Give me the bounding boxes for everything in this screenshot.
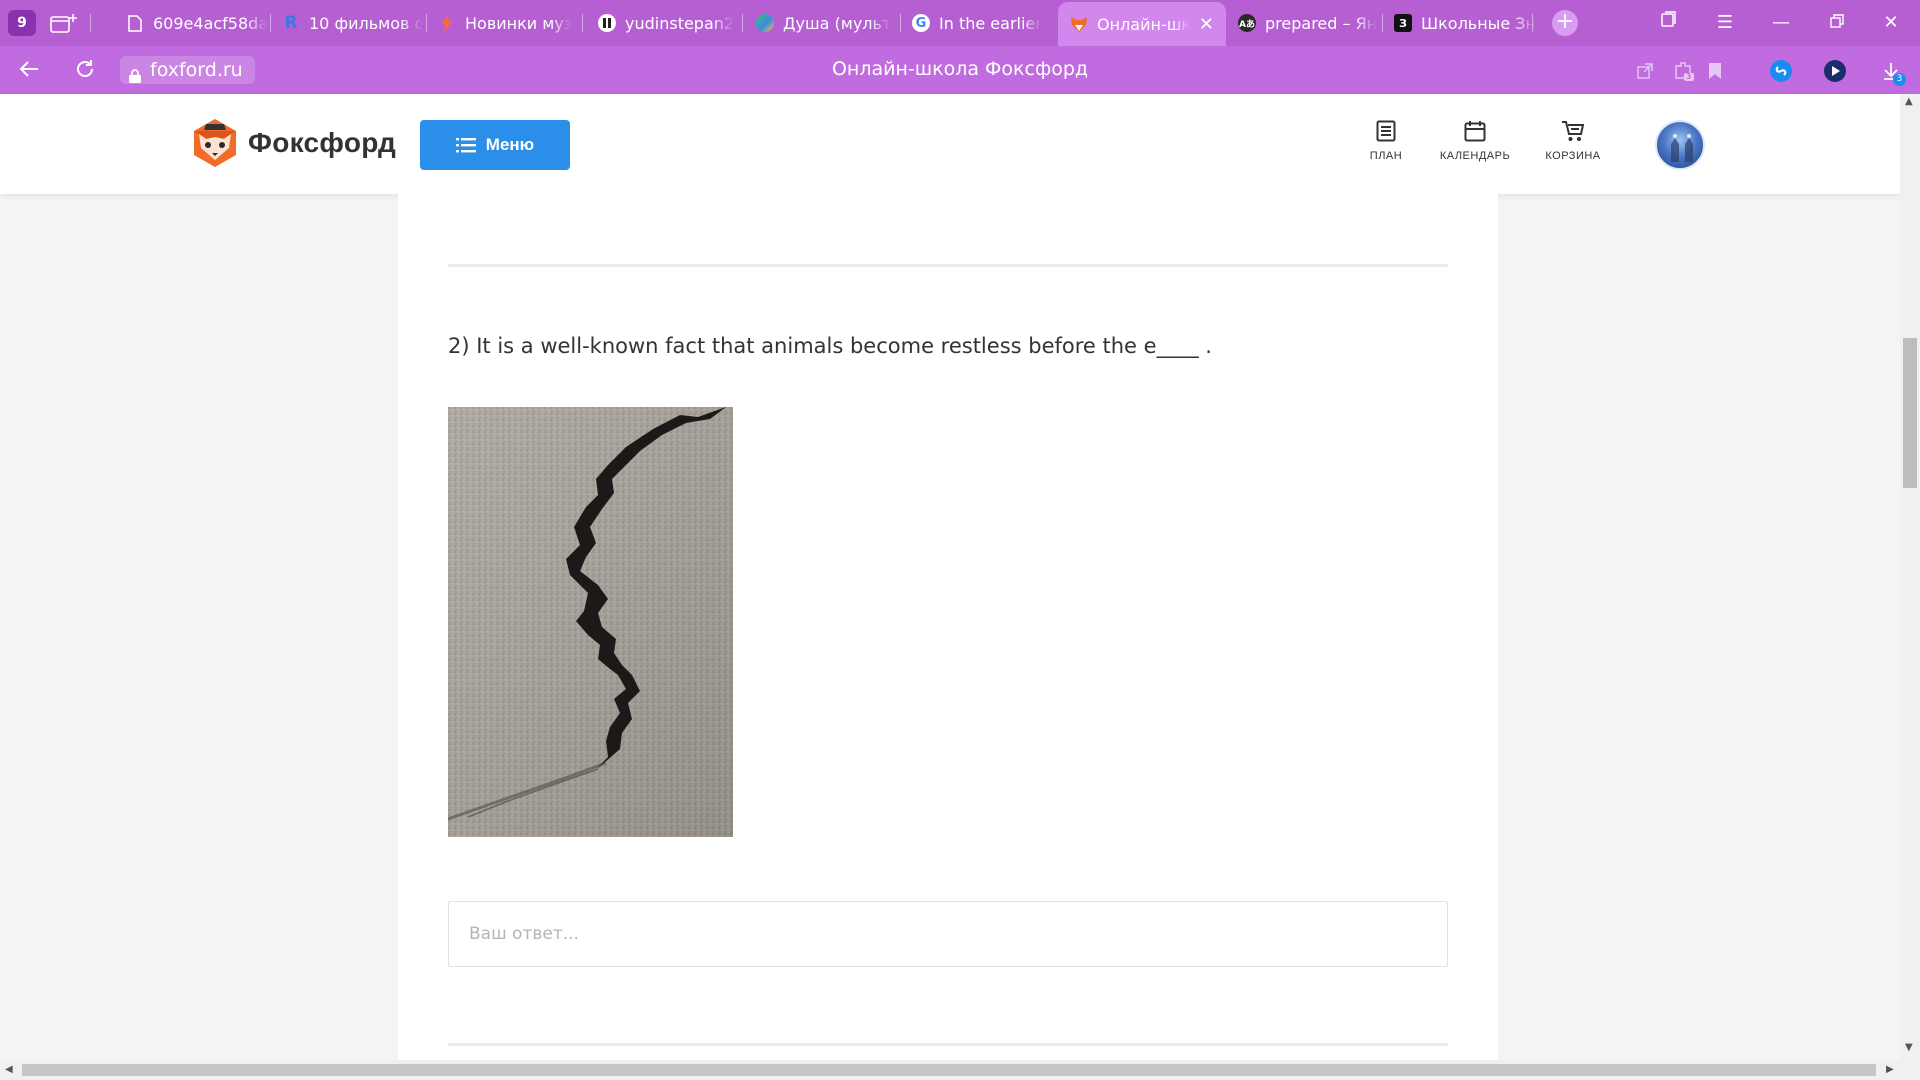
fox-logo-icon [194,119,236,167]
document-icon [126,14,144,32]
menu-button[interactable]: Меню [420,120,570,170]
restore-window-button[interactable] [1822,10,1852,36]
fox-icon [1070,15,1088,33]
tab-foxford-active[interactable]: Онлайн-шк ✕ [1058,2,1226,46]
scroll-left-icon[interactable]: ◀ [5,1064,13,1075]
translate-icon: Aあ [1238,14,1256,32]
extensions-icon[interactable]: 3 [1670,58,1696,84]
question-text: 2) It is a well-known fact that animals … [448,334,1212,358]
browser-tab-bar: 9 609e4acf58da R 10 фильмов с Новинки му… [0,0,1920,46]
close-window-button[interactable]: ✕ [1876,10,1906,36]
answer-input[interactable] [448,901,1448,967]
horizontal-scroll-thumb[interactable] [22,1064,1876,1076]
extensions-badge: 3 [1686,72,1692,81]
tab-title: Душа (мульт [783,13,892,33]
tab-title: Онлайн-шк [1097,14,1192,34]
tab-znanija[interactable]: З Школьные Зн [1382,4,1538,42]
new-tab-button[interactable]: + [1552,10,1578,36]
tab-title: Школьные Зн [1421,13,1536,33]
tab-title: 609e4acf58da [153,13,269,33]
menu-button-label: Меню [485,135,535,154]
logo-text: Фоксфорд [248,127,397,158]
tab-count-button[interactable]: 9 [8,10,36,36]
new-window-icon[interactable] [50,12,78,34]
shazam-icon[interactable] [1768,58,1794,84]
vertical-scroll-thumb[interactable] [1903,338,1917,488]
lightning-icon [438,14,456,32]
bottom-divider [448,1043,1448,1046]
nav-cart[interactable]: КОРЗИНА [1542,120,1604,162]
r-logo-icon: R [284,13,298,33]
share-icon[interactable] [1632,58,1658,84]
nav-calendar[interactable]: КАЛЕНДАРЬ [1438,120,1512,162]
player-extension-icon[interactable] [1822,58,1848,84]
exercise-card: 2) It is a well-known fact that animals … [398,194,1498,1060]
scroll-up-icon[interactable]: ▲ [1905,96,1913,107]
list-icon [455,138,476,153]
tab-translate[interactable]: Aあ prepared – Ян [1226,4,1382,42]
download-badge: 3 [1893,73,1906,86]
horizontal-scrollbar[interactable]: ◀ ▶ [0,1060,1920,1080]
bookmark-icon[interactable] [1702,58,1728,84]
cart-icon [1562,121,1585,141]
tab-title: yudinstepan2 [625,13,735,33]
tab-collections-icon[interactable] [1654,10,1684,36]
tab-separator [742,14,743,32]
vertical-scrollbar[interactable]: ▲ ▼ [1900,94,1920,1060]
tab-music[interactable]: Новинки муз [426,4,582,42]
tab-title: prepared – Ян [1265,13,1378,33]
tab-yudinstepan[interactable]: yudinstepan2 [586,4,742,42]
nav-calendar-label: КАЛЕНДАРЬ [1439,150,1511,162]
minimize-window-button[interactable]: — [1766,10,1796,36]
tab-title: Новинки муз [465,13,573,33]
globe-icon [756,14,774,32]
nav-cart-label: КОРЗИНА [1545,150,1601,162]
tab-soul[interactable]: Душа (мульт [744,4,900,42]
google-icon: G [912,14,930,32]
cracked-asphalt-image [448,407,733,837]
plan-icon [1376,120,1396,142]
tab-title: In the earlier [939,13,1042,33]
pause-logo-icon [598,14,616,32]
browser-menu-icon[interactable]: ☰ [1710,10,1740,36]
tab-title: 10 фильмов с [309,13,424,33]
download-icon[interactable]: 3 [1878,58,1906,86]
close-tab-icon[interactable]: ✕ [1199,14,1214,35]
scroll-right-icon[interactable]: ▶ [1886,1064,1894,1075]
tab-separator [582,14,583,32]
scroll-down-icon[interactable]: ▼ [1905,1042,1913,1053]
tab-films[interactable]: R 10 фильмов с [270,4,426,42]
tab-document[interactable]: 609e4acf58da [114,4,270,42]
user-avatar[interactable] [1655,120,1705,170]
tab-separator [90,14,91,32]
browser-address-bar: foxford.ru Онлайн-школа Фоксфорд 3 3 [0,46,1920,94]
question-divider [448,264,1448,267]
tab-separator [1532,14,1533,32]
site-header: Фоксфорд Меню ПЛАН КАЛЕНДАРЬ КОРЗИНА [0,94,1900,194]
nav-plan[interactable]: ПЛАН [1366,120,1406,162]
foxford-logo[interactable]: Фоксфорд [192,118,396,168]
calendar-icon [1464,121,1486,142]
nav-plan-label: ПЛАН [1369,150,1403,162]
znanija-icon: З [1394,14,1412,32]
tab-google[interactable]: G In the earlier [900,4,1056,42]
